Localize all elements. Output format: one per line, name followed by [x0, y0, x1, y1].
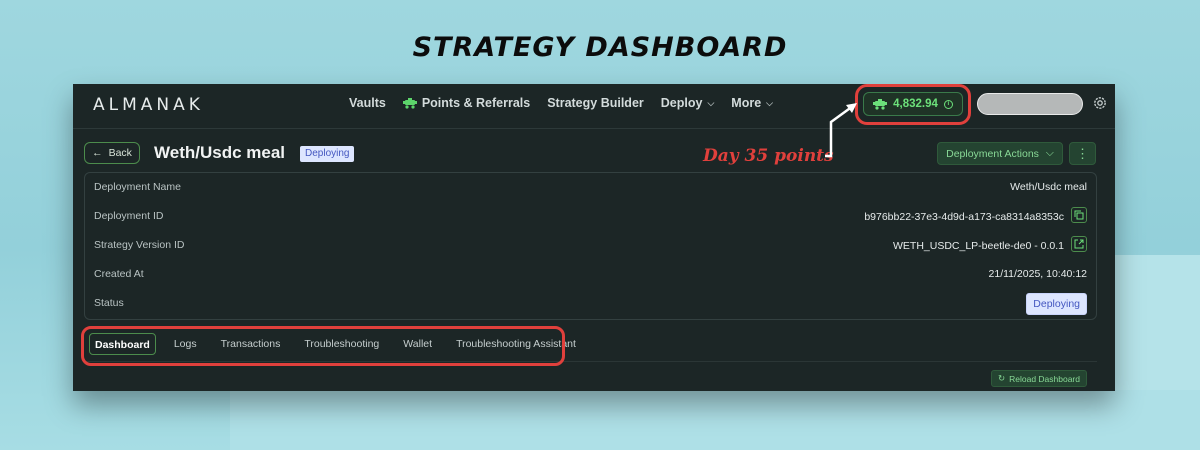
user-account-pill[interactable]: [977, 93, 1083, 115]
deployment-details-panel: Deployment Name Weth/Usdc meal Deploymen…: [84, 172, 1097, 320]
deployment-id-value: b976bb22-37e3-4d9d-a173-ca8314a8353c: [864, 210, 1064, 223]
detail-value: Deploying: [1026, 293, 1087, 315]
nav-item-label: Vaults: [349, 96, 386, 110]
detail-row: Created At 21/11/2025, 10:40:12: [85, 260, 1096, 289]
chevron-down-icon: ⌵: [766, 97, 773, 108]
nav-item-deploy[interactable]: Deploy ⌵: [661, 96, 715, 110]
nav-item-points-referrals[interactable]: Points & Referrals: [402, 96, 531, 110]
nav-item-label: Points & Referrals: [421, 96, 531, 110]
back-button-label: Back: [108, 147, 132, 159]
detail-value: WETH_USDC_LP-beetle-de0 - 0.0.1: [893, 236, 1087, 252]
app-window: ALMANAK Vaults Points & Referrals Strate…: [73, 84, 1115, 391]
highlight-ring: [81, 326, 565, 366]
deployment-title: Weth/Usdc meal: [154, 143, 286, 162]
external-link-icon[interactable]: [1071, 236, 1087, 252]
detail-row: Deployment Name Weth/Usdc meal: [85, 173, 1096, 202]
detail-row: Strategy Version ID WETH_USDC_LP-beetle-…: [85, 231, 1096, 260]
nav-item-label: Deploy: [660, 96, 703, 110]
chevron-down-icon: ⌵: [1045, 147, 1054, 159]
detail-value: 21/11/2025, 10:40:12: [989, 268, 1087, 280]
created-at-value: 21/11/2025, 10:40:12: [988, 268, 1087, 280]
detail-label: Deployment Name: [94, 181, 181, 193]
deployment-actions-label: Deployment Actions: [946, 147, 1039, 160]
deployment-actions-button[interactable]: Deployment Actions ⌵: [937, 142, 1063, 165]
highlight-ring: [855, 84, 971, 125]
detail-value: b976bb22-37e3-4d9d-a173-ca8314a8353c: [864, 207, 1087, 223]
nav-item-strategy-builder[interactable]: Strategy Builder: [547, 96, 644, 110]
brand-logo[interactable]: ALMANAK: [93, 95, 204, 115]
detail-label: Strategy Version ID: [94, 239, 185, 251]
detail-row: Status Deploying: [85, 289, 1096, 318]
status-chip: Deploying: [300, 146, 355, 162]
detail-value: Weth/Usdc meal: [1010, 181, 1087, 193]
nav-item-vaults[interactable]: Vaults: [349, 96, 386, 110]
top-navigation-bar: ALMANAK Vaults Points & Referrals Strate…: [73, 84, 1115, 129]
reload-dashboard-label: Reload Dashboard: [1009, 373, 1080, 384]
status-badge: Deploying: [1026, 293, 1087, 315]
nav-item-label: More: [731, 96, 762, 110]
background-panel: [230, 390, 1200, 450]
refresh-icon: ↻: [997, 373, 1006, 383]
strategy-version-value: WETH_USDC_LP-beetle-de0 - 0.0.1: [893, 239, 1064, 252]
detail-row: Deployment ID b976bb22-37e3-4d9d-a173-ca…: [85, 202, 1096, 231]
detail-label: Deployment ID: [94, 210, 164, 222]
more-options-button[interactable]: ⋮: [1069, 142, 1096, 165]
nav-item-more[interactable]: More ⌵: [731, 96, 773, 110]
gear-icon[interactable]: [1092, 95, 1108, 111]
more-vertical-icon: ⋮: [1076, 146, 1089, 161]
back-button[interactable]: ← Back: [84, 142, 140, 164]
page-heading: STRATEGY DASHBOARD: [412, 32, 788, 63]
detail-label: Created At: [94, 268, 144, 280]
deployment-name-value: Weth/Usdc meal: [1010, 181, 1087, 193]
main-nav: Vaults Points & Referrals Strategy Build…: [349, 96, 773, 110]
detail-label: Status: [94, 297, 124, 309]
nav-item-label: Strategy Builder: [547, 96, 644, 110]
rover-icon: [402, 97, 417, 109]
arrow-left-icon: ←: [92, 147, 103, 159]
chevron-down-icon: ⌵: [707, 97, 715, 108]
reload-dashboard-button[interactable]: ↻ Reload Dashboard: [991, 370, 1087, 387]
copy-icon[interactable]: [1071, 207, 1087, 223]
annotation-text: Day 35 points: [703, 146, 834, 166]
